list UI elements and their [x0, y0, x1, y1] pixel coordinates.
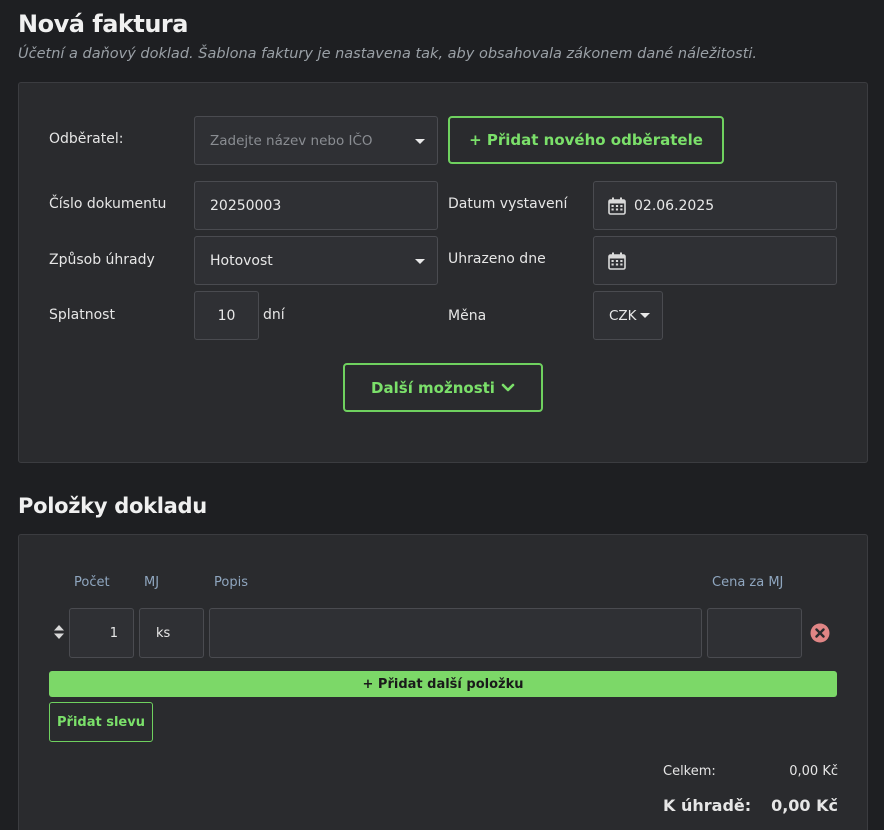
due-days-input[interactable]: 10 — [194, 291, 259, 340]
item-count-value: 1 — [109, 625, 118, 641]
chevron-down-icon — [415, 258, 425, 264]
calendar-icon — [608, 197, 626, 215]
item-unit-input[interactable]: ks — [139, 608, 204, 658]
item-count-input[interactable]: 1 — [69, 608, 134, 658]
item-description-input[interactable] — [209, 608, 702, 658]
item-unit-price-input[interactable] — [707, 608, 802, 658]
customer-select[interactable]: Zadejte název nebo IČO — [194, 116, 438, 165]
drag-sort-icon[interactable] — [53, 624, 65, 640]
more-options-label: Další možnosti — [371, 378, 495, 397]
caret-down-icon — [639, 313, 650, 318]
paid-date-input[interactable] — [593, 236, 837, 285]
chevron-down-icon — [415, 138, 425, 144]
issue-date-label: Datum vystavení — [448, 196, 568, 212]
total-value: 0,00 Kč — [789, 764, 838, 779]
currency-value: CZK — [609, 307, 637, 324]
payment-method-select[interactable]: Hotovost — [194, 236, 438, 285]
page-subtitle: Účetní a daňový doklad. Šablona faktury … — [18, 46, 758, 62]
doc-number-value: 20250003 — [210, 197, 282, 214]
currency-select[interactable]: CZK — [593, 291, 663, 340]
item-unit-value: ks — [156, 625, 171, 641]
page-title: Nová faktura — [18, 10, 188, 38]
add-item-button[interactable]: + Přidat další položku — [49, 671, 837, 697]
calendar-icon — [608, 252, 626, 270]
payment-method-value: Hotovost — [210, 252, 273, 269]
chevron-down-icon — [501, 383, 515, 391]
payment-method-label: Způsob úhrady — [49, 252, 155, 268]
issue-date-input[interactable]: 02.06.2025 — [593, 181, 837, 230]
total-label: Celkem: — [663, 764, 716, 779]
issue-date-value: 02.06.2025 — [634, 197, 715, 214]
due-label: Splatnost — [49, 307, 115, 323]
due-days-value: 10 — [217, 307, 236, 324]
customer-label: Odběratel: — [49, 131, 124, 147]
add-discount-button[interactable]: Přidat slevu — [49, 702, 153, 742]
to-pay-label: K úhradě: — [663, 796, 752, 815]
col-unit-price: Cena za MJ — [712, 575, 784, 590]
due-unit: dní — [263, 307, 285, 323]
to-pay-value: 0,00 Kč — [771, 796, 838, 815]
remove-item-icon[interactable] — [810, 623, 830, 643]
doc-number-input[interactable]: 20250003 — [194, 181, 438, 230]
col-unit: MJ — [144, 575, 160, 590]
paid-date-label: Uhrazeno dne — [448, 251, 546, 267]
add-customer-button[interactable]: + Přidat nového odběratele — [448, 116, 724, 164]
col-description: Popis — [214, 575, 248, 590]
col-count: Počet — [74, 575, 110, 590]
items-section-title: Položky dokladu — [18, 494, 207, 518]
customer-placeholder: Zadejte název nebo IČO — [210, 132, 373, 149]
more-options-button[interactable]: Další možnosti — [343, 363, 543, 412]
currency-label: Měna — [448, 308, 487, 324]
doc-number-label: Číslo dokumentu — [49, 196, 167, 212]
